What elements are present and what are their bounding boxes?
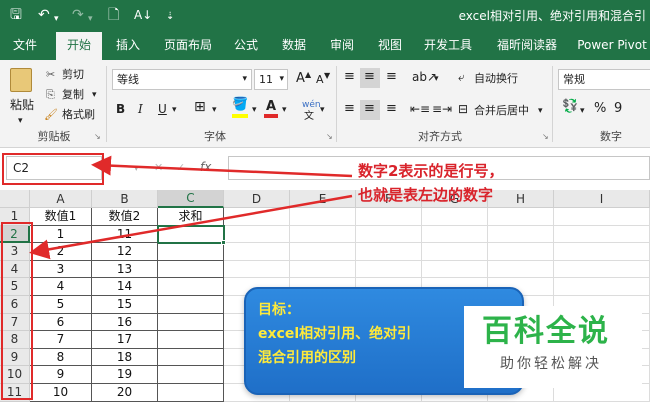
watermark-subtitle: 助你轻松解决 — [500, 356, 602, 372]
callout-line-3: 混合引用的区别 — [258, 350, 356, 366]
annotation-line-2: 也就是表左边的数字 — [358, 186, 494, 204]
annotation-line-1: 数字2表示的是行号， — [358, 162, 504, 180]
watermark-title: 百科全说 — [482, 314, 610, 349]
watermark-logo: 百科全说 助你轻松解决 — [464, 306, 642, 388]
arrow-to-row-headers — [29, 194, 353, 260]
excel-window: 🖫 ↶ ▾ ↷ ▾ 🗋 A↓ ⇣ excel相对引用、绝对引用和混合引 文件 开… — [0, 0, 650, 406]
arrow-to-name-box — [91, 155, 353, 178]
callout-line-2: excel相对引用、绝对引 — [258, 326, 412, 342]
callout-line-1: 目标： — [258, 302, 300, 318]
